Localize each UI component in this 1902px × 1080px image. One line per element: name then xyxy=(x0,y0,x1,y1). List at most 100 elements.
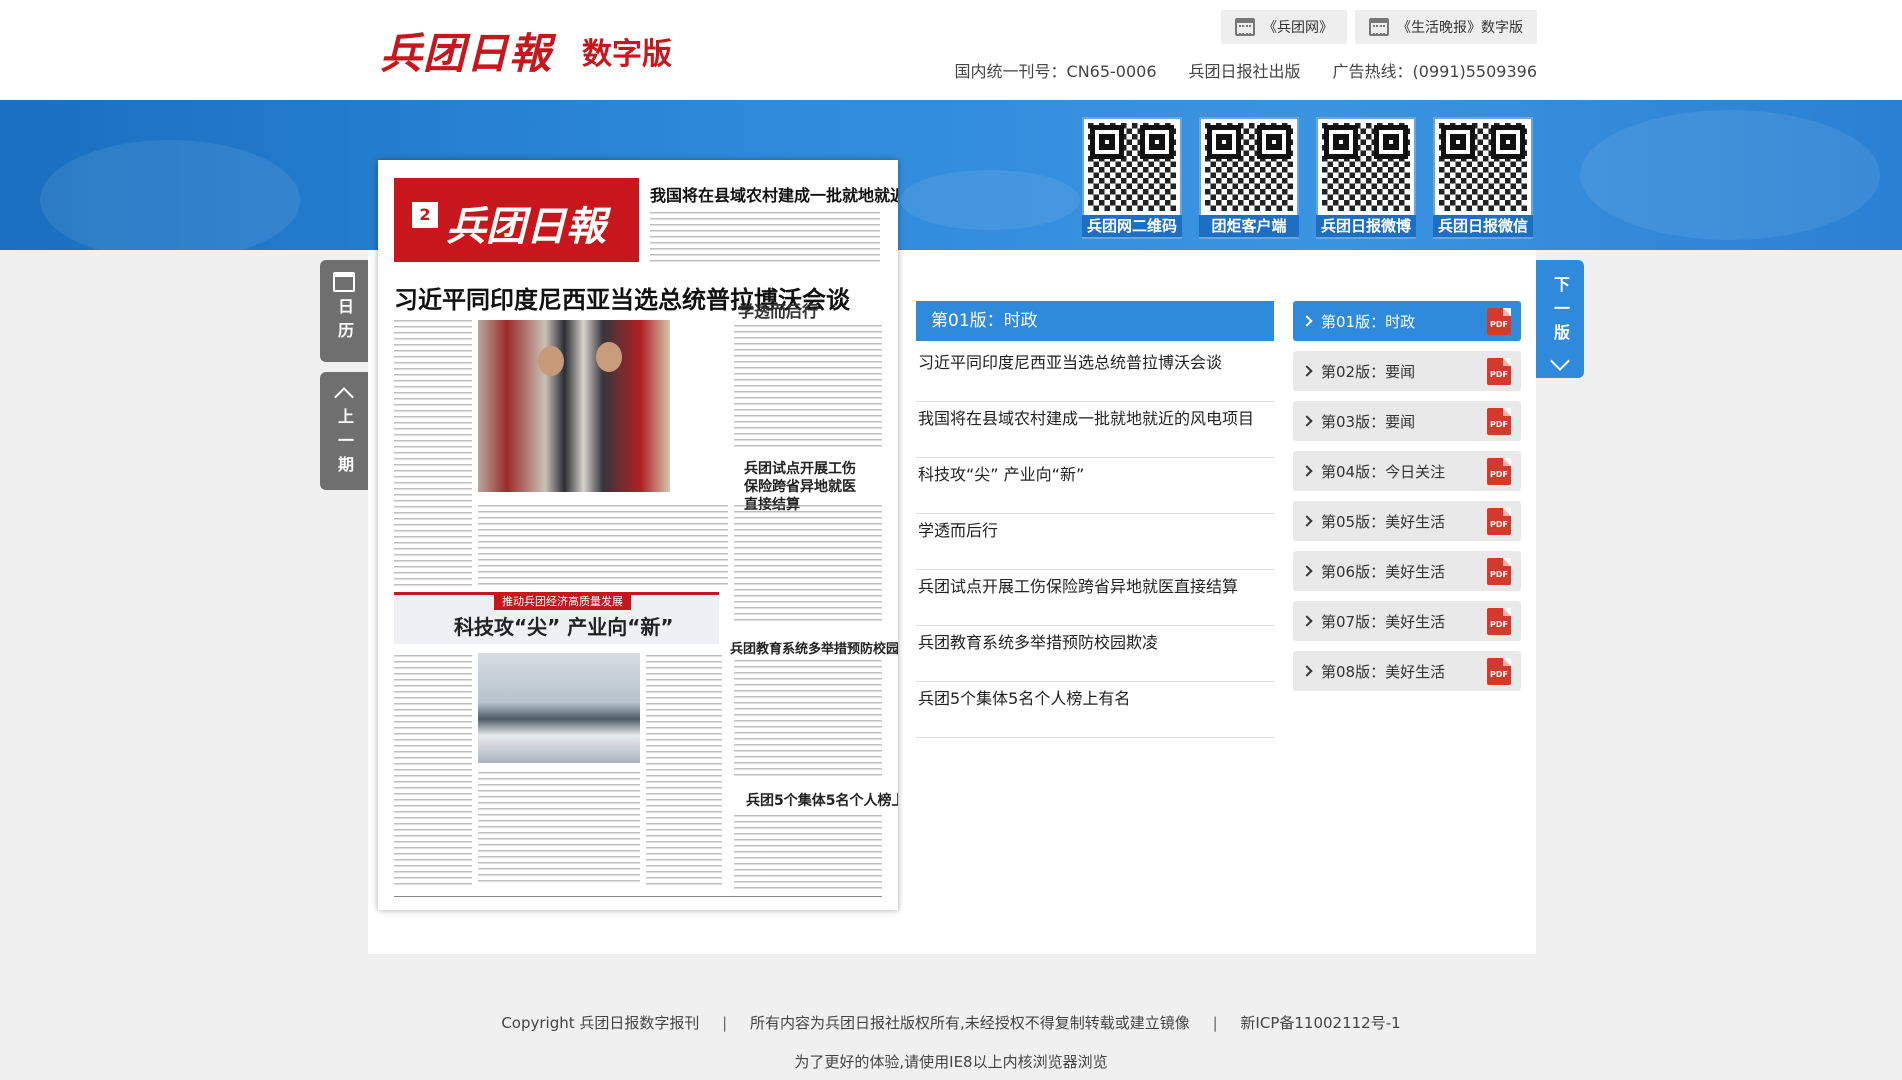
edition-label: 第01版：时政 xyxy=(1321,312,1416,331)
edition-item-01[interactable]: 第01版：时政 PDF xyxy=(1293,301,1521,341)
edition-label: 第04版：今日关注 xyxy=(1321,462,1446,481)
qr-label: 兵团日报微信 xyxy=(1433,215,1533,237)
pdf-icon[interactable]: PDF xyxy=(1487,408,1511,435)
link-bingtuan-net[interactable]: 《兵团网》 xyxy=(1221,10,1347,44)
article-list: 习近平同印度尼西亚当选总统普拉博沃会谈 我国将在县域农村建成一批就地就近的风电项… xyxy=(916,346,1274,738)
prev-issue-label: 上一期 xyxy=(335,408,354,480)
chevron-right-icon xyxy=(1301,415,1313,427)
site-header: 兵团日報 数字版 《兵团网》 《生活晚报》数字版 国内统一刊号：CN65-000… xyxy=(0,0,1902,100)
edition-label: 第07版：美好生活 xyxy=(1321,612,1446,631)
edition-item-03[interactable]: 第03版：要闻 PDF xyxy=(1293,401,1521,441)
paper-photo-meeting xyxy=(478,320,670,492)
edition-label: 第06版：美好生活 xyxy=(1321,562,1446,581)
edition-label: 第08版：美好生活 xyxy=(1321,662,1446,681)
link-label: 《兵团网》 xyxy=(1263,20,1333,36)
chevron-right-icon xyxy=(1301,615,1313,627)
qr-label: 团炬客户端 xyxy=(1199,215,1299,237)
paper-column-title[interactable]: 学透而后行 xyxy=(738,298,818,322)
qr-code-row: 兵团网二维码 团炬客户端 兵团日报微博 兵团日报微信 xyxy=(1082,117,1533,239)
paper-story-education[interactable]: 兵团教育系统多举措预防校园欺凌 xyxy=(730,638,898,657)
ad-hotline-text: 广告热线：(0991)5509396 xyxy=(1332,62,1537,81)
paper-footer-rule xyxy=(394,896,882,897)
paper-banner-headline[interactable]: 科技攻“尖” 产业向“新” xyxy=(454,611,674,640)
logo-text: 兵团日報 xyxy=(380,29,553,78)
chevron-up-icon xyxy=(334,387,354,407)
qr-wechat[interactable]: 兵团日报微信 xyxy=(1433,117,1533,239)
paper-top-story[interactable]: 我国将在县域农村建成一批就地就近的风电项目 xyxy=(650,182,898,206)
article-link[interactable]: 兵团教育系统多举措预防校园欺凌 xyxy=(916,626,1274,682)
qr-code-icon xyxy=(1322,123,1410,211)
article-link[interactable]: 兵团试点开展工伤保险跨省异地就医直接结算 xyxy=(916,570,1274,626)
qr-label: 兵团网二维码 xyxy=(1082,215,1182,237)
chevron-down-icon xyxy=(1550,351,1570,371)
article-link[interactable]: 兵团5个集体5名个人榜上有名 xyxy=(916,682,1274,738)
header-info: 国内统一刊号：CN65-0006 兵团日报社出版 广告热线：(0991)5509… xyxy=(955,58,1537,82)
pdf-icon[interactable]: PDF xyxy=(1487,458,1511,485)
calendar-button[interactable]: 日历 xyxy=(320,260,368,362)
chevron-right-icon xyxy=(1301,565,1313,577)
paper-banner-tag: 推动兵团经济高质量发展 xyxy=(494,592,631,610)
pdf-icon[interactable]: PDF xyxy=(1487,508,1511,535)
site-logo[interactable]: 兵团日報 数字版 xyxy=(380,20,672,81)
edition-item-08[interactable]: 第08版：美好生活 PDF xyxy=(1293,651,1521,691)
qr-weibo[interactable]: 兵团日报微博 xyxy=(1316,117,1416,239)
footer-separator: | xyxy=(722,1014,728,1032)
newspaper-page[interactable]: 2 兵团日報 我国将在县域农村建成一批就地就近的风电项目 习近平同印度尼西亚当选… xyxy=(378,160,898,910)
pdf-icon[interactable]: PDF xyxy=(1487,358,1511,385)
browser-notice: 为了更好的体验,请使用IE8以上内核浏览器浏览 xyxy=(794,1053,1108,1071)
footer-separator: | xyxy=(1212,1014,1218,1032)
paper-page-number: 2 xyxy=(412,202,438,228)
pdf-icon[interactable]: PDF xyxy=(1487,658,1511,685)
chevron-right-icon xyxy=(1301,465,1313,477)
paper-masthead: 2 兵团日報 xyxy=(394,178,639,262)
calendar-icon xyxy=(1235,18,1255,36)
calendar-icon xyxy=(1369,18,1389,36)
logo-subtitle: 数字版 xyxy=(582,36,673,72)
issn-text: 国内统一刊号：CN65-0006 xyxy=(954,62,1157,81)
next-page-button[interactable]: 下一版 xyxy=(1536,260,1584,378)
article-link[interactable]: 习近平同印度尼西亚当选总统普拉博沃会谈 xyxy=(916,346,1274,402)
calendar-label: 日历 xyxy=(335,298,354,346)
icp-link[interactable]: 新ICP备11002112号-1 xyxy=(1240,1014,1400,1032)
qr-label: 兵团日报微博 xyxy=(1316,215,1416,237)
qr-code-icon xyxy=(1439,123,1527,211)
article-link[interactable]: 科技攻“尖” 产业向“新” xyxy=(916,458,1274,514)
next-page-label: 下一版 xyxy=(1551,276,1570,348)
current-edition-title: 第01版：时政 xyxy=(916,301,1274,341)
top-links: 《兵团网》 《生活晚报》数字版 xyxy=(1221,10,1537,44)
paper-banner: 推动兵团经济高质量发展 科技攻“尖” 产业向“新” xyxy=(394,592,719,644)
edition-item-05[interactable]: 第05版：美好生活 PDF xyxy=(1293,501,1521,541)
article-link[interactable]: 我国将在县域农村建成一批就地就近的风电项目 xyxy=(916,402,1274,458)
publisher-text: 兵团日报社出版 xyxy=(1188,62,1301,81)
footer-info: Copyright 兵团日报数字报刊 | 所有内容为兵团日报社版权所有,未经授权… xyxy=(0,1012,1902,1033)
edition-item-07[interactable]: 第07版：美好生活 PDF xyxy=(1293,601,1521,641)
chevron-right-icon xyxy=(1301,365,1313,377)
chevron-right-icon xyxy=(1301,665,1313,677)
edition-item-04[interactable]: 第04版：今日关注 PDF xyxy=(1293,451,1521,491)
article-link[interactable]: 学透而后行 xyxy=(916,514,1274,570)
edition-item-06[interactable]: 第06版：美好生活 PDF xyxy=(1293,551,1521,591)
edition-list: 第01版：时政 PDF 第02版：要闻 PDF 第03版：要闻 PDF 第04版… xyxy=(1293,301,1521,701)
pdf-icon[interactable]: PDF xyxy=(1487,308,1511,335)
paper-story-awards[interactable]: 兵团5个集体5名个人榜上有名 xyxy=(746,790,898,810)
paper-photo-lab xyxy=(478,653,640,763)
qr-code-icon xyxy=(1205,123,1293,211)
edition-label: 第03版：要闻 xyxy=(1321,412,1416,431)
link-label: 《生活晚报》数字版 xyxy=(1397,20,1523,36)
link-life-evening-news[interactable]: 《生活晚报》数字版 xyxy=(1355,10,1537,44)
calendar-icon xyxy=(333,272,355,292)
pdf-icon[interactable]: PDF xyxy=(1487,558,1511,585)
paper-masthead-text: 兵团日報 xyxy=(446,203,606,250)
site-footer: Copyright 兵团日报数字报刊 | 所有内容为兵团日报社版权所有,未经授权… xyxy=(0,1012,1902,1072)
chevron-right-icon xyxy=(1301,315,1313,327)
edition-label: 第02版：要闻 xyxy=(1321,362,1416,381)
rights-text: 所有内容为兵团日报社版权所有,未经授权不得复制转载或建立镜像 xyxy=(750,1014,1190,1032)
blue-banner xyxy=(0,100,1902,250)
pdf-icon[interactable]: PDF xyxy=(1487,608,1511,635)
copyright-text: Copyright 兵团日报数字报刊 xyxy=(501,1014,700,1032)
qr-bingtuan-net[interactable]: 兵团网二维码 xyxy=(1082,117,1182,239)
qr-tuanju-app[interactable]: 团炬客户端 xyxy=(1199,117,1299,239)
chevron-right-icon xyxy=(1301,515,1313,527)
prev-issue-button[interactable]: 上一期 xyxy=(320,372,368,490)
edition-item-02[interactable]: 第02版：要闻 PDF xyxy=(1293,351,1521,391)
